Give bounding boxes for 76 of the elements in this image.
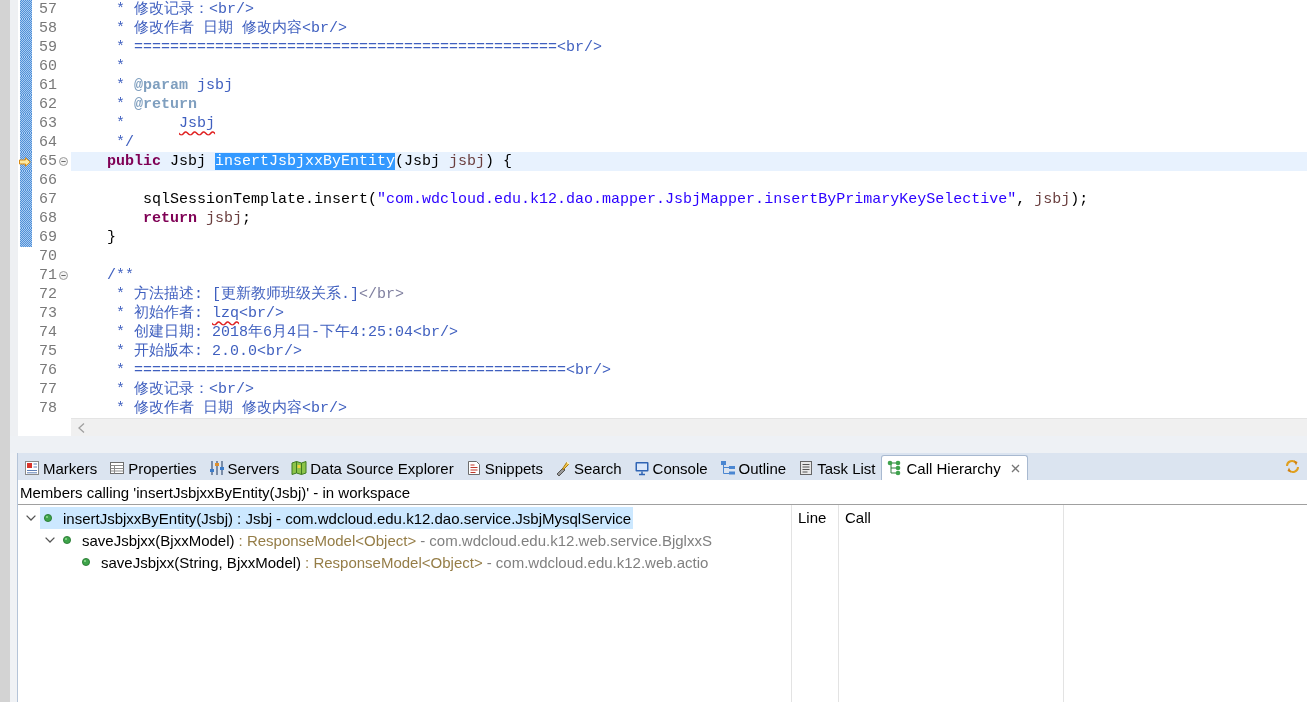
panel-tab[interactable]: Snippets xyxy=(459,455,549,480)
column-header[interactable]: Line xyxy=(798,507,827,529)
code-line: * 修改记录：<br/> xyxy=(116,1,255,18)
code-line: * 修改作者 日期 修改内容<br/> xyxy=(116,20,348,37)
code-line: * 开始版本: 2.0.0<br/> xyxy=(116,343,303,360)
method-dot-icon xyxy=(44,514,52,522)
minus-circle-icon[interactable] xyxy=(59,271,68,280)
method-dot-icon xyxy=(63,536,71,544)
line-number: 63 xyxy=(39,114,57,133)
panel-tab[interactable]: Servers xyxy=(202,455,286,480)
code-line: * 修改作者 日期 修改内容<br/> xyxy=(116,400,348,417)
horizontal-scrollbar[interactable] xyxy=(71,418,1307,436)
code-line: /** xyxy=(107,267,135,284)
panel-tab[interactable]: Markers xyxy=(18,455,104,480)
panel-tab[interactable]: Search xyxy=(549,455,628,480)
panel-tab[interactable]: Console xyxy=(627,455,714,480)
code-line: * ================================================<br/> xyxy=(116,362,612,379)
view-description: Members calling 'insertJsbjxxByEntity(Jsbj)' - in workspace xyxy=(20,483,410,501)
line-number: 60 xyxy=(39,57,57,76)
code-line: * 修改记录：<br/> xyxy=(116,381,255,398)
line-number: 66 xyxy=(39,171,57,190)
chevron-down-icon[interactable] xyxy=(26,515,36,521)
panel-tab[interactable]: Data Source Explorer xyxy=(285,455,460,480)
code-line: */ xyxy=(116,134,135,151)
code-line: sqlSessionTemplate.insert("com.wdcloud.edu.k12.dao.mapper.JsbjMapper.insertByPrimaryKeySelective", jsbj); xyxy=(143,191,1089,208)
line-number: 74 xyxy=(39,323,57,342)
line-number: 78 xyxy=(39,399,57,418)
line-number: 72 xyxy=(39,285,57,304)
panel-tab[interactable]: Outline xyxy=(713,455,793,480)
code-line: * 创建日期: 2018年6月4日-下午4:25:04<br/> xyxy=(116,324,459,341)
line-number: 64 xyxy=(39,133,57,152)
column-header[interactable]: Call xyxy=(845,507,871,529)
table-icon xyxy=(109,460,126,476)
monitor-icon xyxy=(633,460,650,476)
note-icon xyxy=(24,460,40,476)
code-line: public Jsbj insertJsbjxxByEntity(Jsbj jsbj) { xyxy=(107,153,513,170)
line-number: 69 xyxy=(39,228,57,247)
code-line: * @return xyxy=(116,96,198,113)
tree-item[interactable]: saveJsbjxx(BjxxModel) : ResponseModel<Object> - com.wdcloud.edu.k12.web.service.BjglxxS xyxy=(59,529,714,551)
panel-tab[interactable]: Properties xyxy=(103,455,203,480)
chevron-down-icon[interactable] xyxy=(45,537,55,543)
map-icon xyxy=(291,460,308,476)
line-number: 76 xyxy=(39,361,57,380)
line-number: 61 xyxy=(39,76,57,95)
code-line: * @param jsbj xyxy=(116,77,234,94)
flashlight-icon xyxy=(555,460,571,476)
line-number: 77 xyxy=(39,380,57,399)
code-line: * 方法描述: [更新教师班级关系.]</br> xyxy=(116,286,405,303)
line-number: 59 xyxy=(39,38,57,57)
line-number: 57 xyxy=(39,0,57,19)
code-line: * xyxy=(116,58,126,75)
code-line: * Jsbj xyxy=(116,115,216,132)
line-number: 75 xyxy=(39,342,57,361)
line-number: 71 xyxy=(39,266,57,285)
clipboard-icon xyxy=(798,460,815,476)
line-number: 68 xyxy=(39,209,57,228)
panel-tab[interactable]: Call Hierarchy xyxy=(881,455,1028,480)
line-number: 70 xyxy=(39,247,57,266)
code-line: } xyxy=(107,229,117,246)
minus-circle-icon[interactable] xyxy=(59,157,68,166)
line-number: 58 xyxy=(39,19,57,38)
close-icon[interactable] xyxy=(1010,463,1020,473)
code-line: return jsbj; xyxy=(143,210,252,227)
line-number: 65 xyxy=(39,152,57,171)
document-icon xyxy=(465,460,482,476)
line-number: 67 xyxy=(39,190,57,209)
sliders-icon xyxy=(208,460,225,476)
code-line: * ===============================================<br/> xyxy=(116,39,603,56)
tree-icon xyxy=(719,460,736,476)
method-dot-icon xyxy=(82,558,90,566)
line-number: 62 xyxy=(39,95,57,114)
code-line: * 初始作者: lzq<br/> xyxy=(116,305,285,322)
line-number: 73 xyxy=(39,304,57,323)
panel-tab[interactable]: Task List xyxy=(792,455,882,480)
tree-item[interactable]: insertJsbjxxByEntity(Jsbj) : Jsbj - com.wdcloud.edu.k12.dao.service.JsbjMysqlService xyxy=(40,507,634,529)
tree-item[interactable]: saveJsbjxx(String, BjxxModel) : ResponseModel<Object> - com.wdcloud.edu.k12.web.actio xyxy=(78,551,711,573)
